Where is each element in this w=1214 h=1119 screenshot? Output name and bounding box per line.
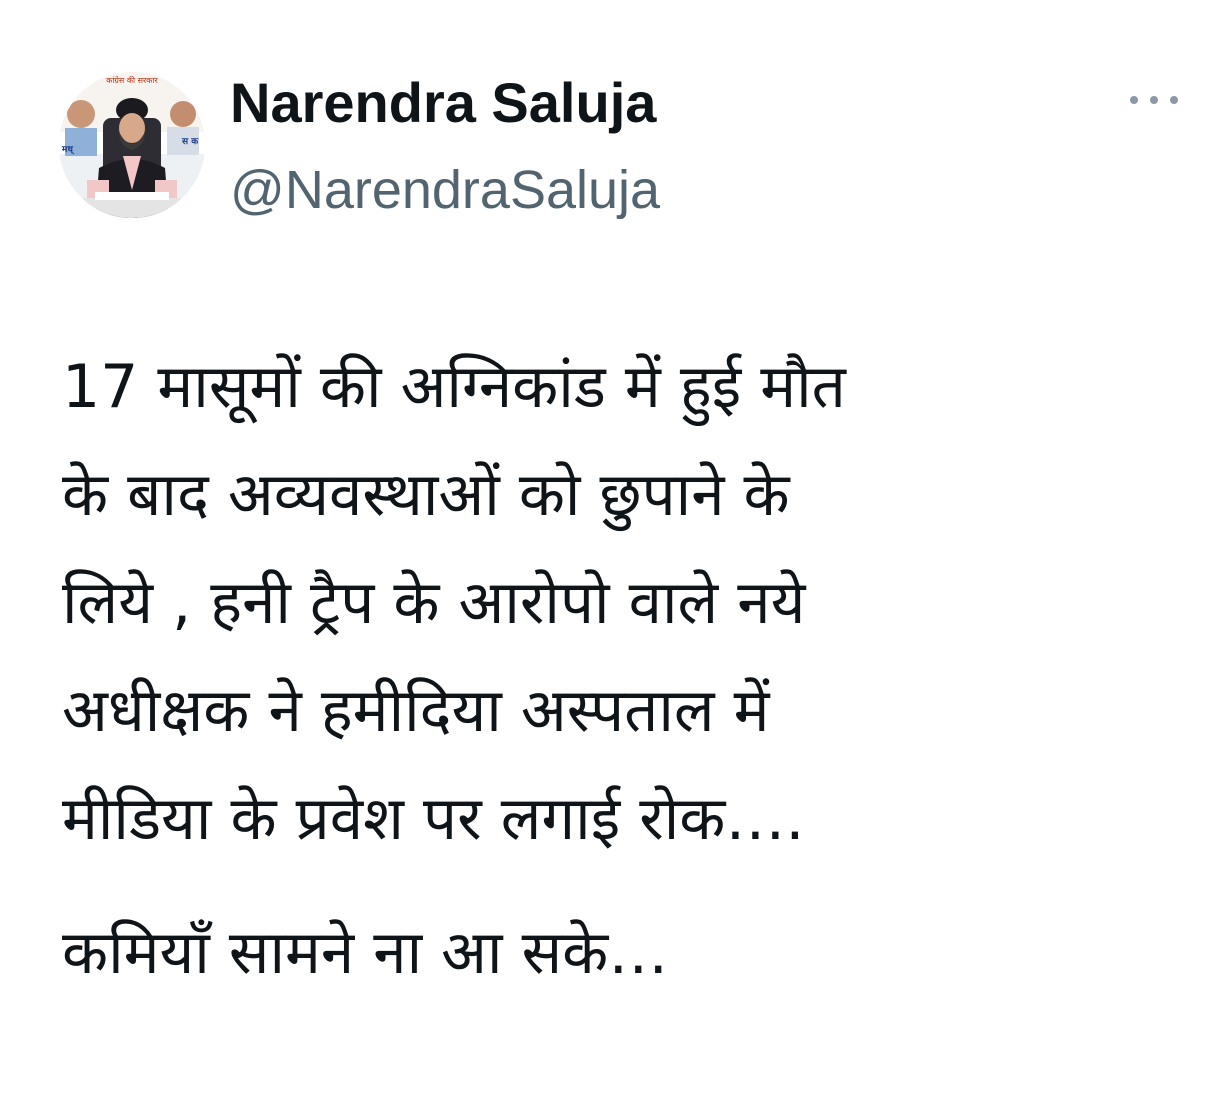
tweet-line: अधीक्षक ने हमीदिया अस्पताल में [62, 676, 770, 746]
tweet-line: लिये , हनी ट्रैप के आरोपो वाले नये [62, 568, 806, 638]
tweet-text: 17 मासूमों की अग्निकांड में हुई मौत के ब… [62, 333, 1182, 1007]
avatar-banner-left: मध् [61, 145, 75, 155]
avatar-banner-top: कांग्रेस की सरकार [106, 75, 158, 85]
tweet-line: के बाद अव्यवस्थाओं को छुपाने के [62, 460, 790, 530]
avatar-photo: कांग्रेस की सरकार मध् स क [59, 72, 205, 218]
tweet-card: कांग्रेस की सरकार मध् स क Narendra Saluj… [0, 0, 1214, 1119]
more-horizontal-icon [1130, 96, 1178, 104]
author-handle[interactable]: @NarendraSaluja [230, 155, 660, 225]
avatar-banner-right: स क [181, 137, 199, 147]
more-options-button[interactable] [1126, 82, 1182, 118]
tweet-line: 17 मासूमों की अग्निकांड में हुई मौत [62, 352, 846, 422]
author-name[interactable]: Narendra Saluja [230, 68, 656, 138]
tweet-line: मीडिया के प्रवेश पर लगाई रोक…. [62, 784, 805, 854]
tweet-second-paragraph: कमियाँ सामने ना आ सके… [62, 918, 669, 988]
avatar[interactable]: कांग्रेस की सरकार मध् स क [59, 72, 205, 218]
